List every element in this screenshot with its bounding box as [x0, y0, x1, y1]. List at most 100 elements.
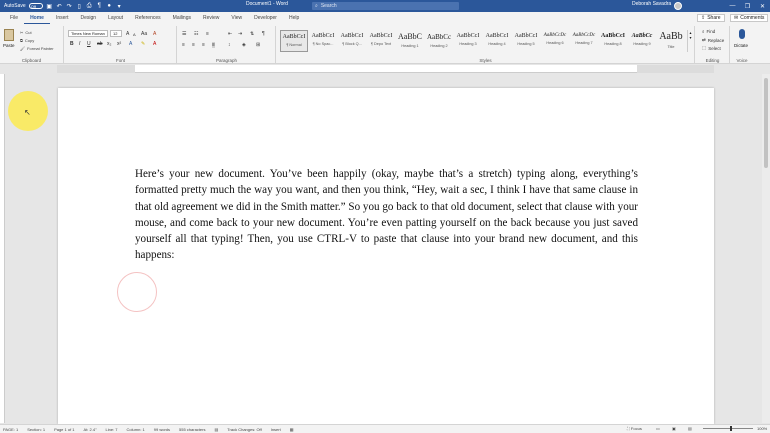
- comments-button[interactable]: ✉ Comments: [730, 14, 769, 22]
- new-doc-icon[interactable]: ▯: [76, 3, 83, 10]
- proofing-icon[interactable]: ▤: [214, 427, 218, 432]
- avatar[interactable]: [674, 2, 682, 10]
- tab-mailings[interactable]: Mailings: [167, 12, 197, 24]
- text-effects-button[interactable]: A: [129, 41, 132, 47]
- style-heading-2[interactable]: AaBbCc Heading 2: [425, 30, 453, 52]
- paste-icon[interactable]: [4, 29, 14, 41]
- status-at[interactable]: At: 2.4": [84, 427, 97, 432]
- status-column[interactable]: Column: 1: [127, 427, 145, 432]
- strikethrough-button[interactable]: ab: [97, 41, 103, 47]
- cut-button[interactable]: ✂ Cut: [20, 30, 32, 35]
- format-painter-button[interactable]: 🖌 Format Painter: [20, 46, 54, 51]
- tab-design[interactable]: Design: [74, 12, 102, 24]
- document-body-text[interactable]: Here’s your new document. You’ve been ha…: [135, 166, 638, 264]
- align-left-icon[interactable]: ≡: [182, 42, 185, 48]
- circle-icon[interactable]: ●: [106, 3, 113, 10]
- increase-indent-icon[interactable]: ⇥: [238, 31, 242, 37]
- tab-view[interactable]: View: [225, 12, 248, 24]
- status-page-of[interactable]: Page 1 of 1: [54, 427, 74, 432]
- borders-icon[interactable]: ⊞: [256, 42, 260, 48]
- zoom-slider[interactable]: [703, 428, 753, 429]
- style-heading-3[interactable]: AaBbCcI Heading 3: [454, 30, 482, 52]
- replace-button[interactable]: ⇄ Replace: [702, 37, 724, 43]
- user-name[interactable]: Deborah Savadra: [632, 1, 671, 7]
- vertical-ruler[interactable]: [0, 74, 5, 423]
- font-name-select[interactable]: Times New Roman: [68, 30, 108, 37]
- microphone-icon[interactable]: [739, 29, 745, 39]
- grow-font-button[interactable]: A: [126, 31, 129, 37]
- zoom-slider-handle[interactable]: [730, 426, 732, 431]
- styles-more-button[interactable]: ▴ ▾: [687, 30, 693, 52]
- tab-references[interactable]: References: [129, 12, 167, 24]
- tab-layout[interactable]: Layout: [102, 12, 129, 24]
- web-layout-icon[interactable]: ▤: [688, 426, 692, 431]
- multilevel-list-icon[interactable]: ≡: [206, 31, 209, 37]
- close-button[interactable]: ✕: [755, 0, 770, 12]
- status-characters[interactable]: 555 characters: [179, 427, 205, 432]
- quick-access-more-icon[interactable]: ▾: [116, 3, 123, 10]
- superscript-button[interactable]: x²: [117, 41, 121, 47]
- tab-insert[interactable]: Insert: [50, 12, 75, 24]
- font-color-button[interactable]: A: [153, 41, 156, 47]
- tab-home[interactable]: Home: [24, 12, 50, 24]
- decrease-indent-icon[interactable]: ⇤: [228, 31, 232, 37]
- vertical-scrollbar[interactable]: [762, 74, 770, 423]
- tab-review[interactable]: Review: [197, 12, 225, 24]
- bullets-icon[interactable]: ☰: [182, 31, 186, 37]
- minimize-button[interactable]: —: [725, 0, 740, 12]
- style-heading-5[interactable]: AaBbCcI Heading 5: [512, 30, 540, 52]
- style-heading-1[interactable]: AaBbC Heading 1: [396, 30, 424, 52]
- style-depo-text[interactable]: AaBbCcI ¶ Depo Text: [367, 30, 395, 52]
- share-button[interactable]: ⇪ Share: [697, 14, 725, 22]
- undo-icon[interactable]: ↶: [56, 3, 63, 10]
- macro-record-icon[interactable]: ▦: [290, 427, 294, 432]
- horizontal-ruler[interactable]: [57, 65, 714, 73]
- autosave-toggle[interactable]: Off: [28, 3, 43, 9]
- read-mode-icon[interactable]: ▭: [656, 426, 660, 431]
- change-case-button[interactable]: Aa: [141, 31, 147, 37]
- style-no-spacing[interactable]: AaBbCcI ¶ No Spac...: [309, 30, 337, 52]
- save-icon[interactable]: ▣: [46, 3, 53, 10]
- status-page[interactable]: PAGE: 1: [3, 427, 18, 432]
- italic-button[interactable]: I: [79, 41, 80, 47]
- print-layout-icon[interactable]: ▣: [672, 426, 676, 431]
- clear-formatting-button[interactable]: A: [153, 31, 156, 37]
- style-title[interactable]: AaBb Title: [657, 30, 685, 52]
- status-insert-mode[interactable]: Insert: [271, 427, 281, 432]
- line-spacing-icon[interactable]: ↕: [228, 42, 231, 48]
- document-page[interactable]: Here’s your new document. You’ve been ha…: [58, 88, 714, 424]
- restore-button[interactable]: ❐: [740, 0, 755, 12]
- style-heading-6[interactable]: AaBbCcDc Heading 6: [541, 30, 569, 52]
- tab-developer[interactable]: Developer: [248, 12, 283, 24]
- underline-button[interactable]: U: [87, 41, 91, 47]
- style-block-quote[interactable]: AaBbCcI ¶ Block Q...: [338, 30, 366, 52]
- search-input[interactable]: ⌕ Search: [312, 2, 459, 10]
- redo-icon[interactable]: ↷: [66, 3, 73, 10]
- align-right-icon[interactable]: ≡: [202, 42, 205, 48]
- focus-button[interactable]: ⛶ Focus: [627, 426, 642, 431]
- style-normal[interactable]: AaBbCcI ¶ Normal: [280, 30, 308, 52]
- show-formatting-icon[interactable]: ¶: [262, 31, 265, 37]
- status-line[interactable]: Line: 7: [106, 427, 118, 432]
- subscript-button[interactable]: x₂: [107, 41, 111, 47]
- font-size-select[interactable]: 12: [110, 30, 122, 37]
- status-section[interactable]: Section: 1: [27, 427, 45, 432]
- status-words[interactable]: 99 words: [154, 427, 170, 432]
- style-heading-7[interactable]: AaBbCcDc Heading 7: [570, 30, 598, 52]
- highlight-button[interactable]: ✎: [141, 41, 145, 47]
- style-heading-9[interactable]: AaBbCc Heading 9: [628, 30, 656, 52]
- tab-file[interactable]: File: [4, 12, 24, 24]
- paragraph-mark-icon[interactable]: ¶: [96, 3, 103, 10]
- shrink-font-button[interactable]: A: [133, 32, 136, 37]
- shading-icon[interactable]: ◈: [242, 42, 246, 48]
- find-button[interactable]: ⌕ Find: [702, 29, 715, 34]
- style-heading-8[interactable]: AaBbCcI Heading 8: [599, 30, 627, 52]
- zoom-level[interactable]: 100%: [757, 426, 767, 431]
- print-icon[interactable]: ⎙: [86, 3, 93, 10]
- copy-button[interactable]: ⧉ Copy: [20, 38, 34, 43]
- sort-icon[interactable]: ⇅: [250, 31, 254, 37]
- status-track-changes[interactable]: Track Changes: Off: [227, 427, 261, 432]
- align-center-icon[interactable]: ≡: [192, 42, 195, 48]
- dictate-button[interactable]: Dictate: [734, 43, 748, 48]
- style-heading-4[interactable]: AaBbCcI Heading 4: [483, 30, 511, 52]
